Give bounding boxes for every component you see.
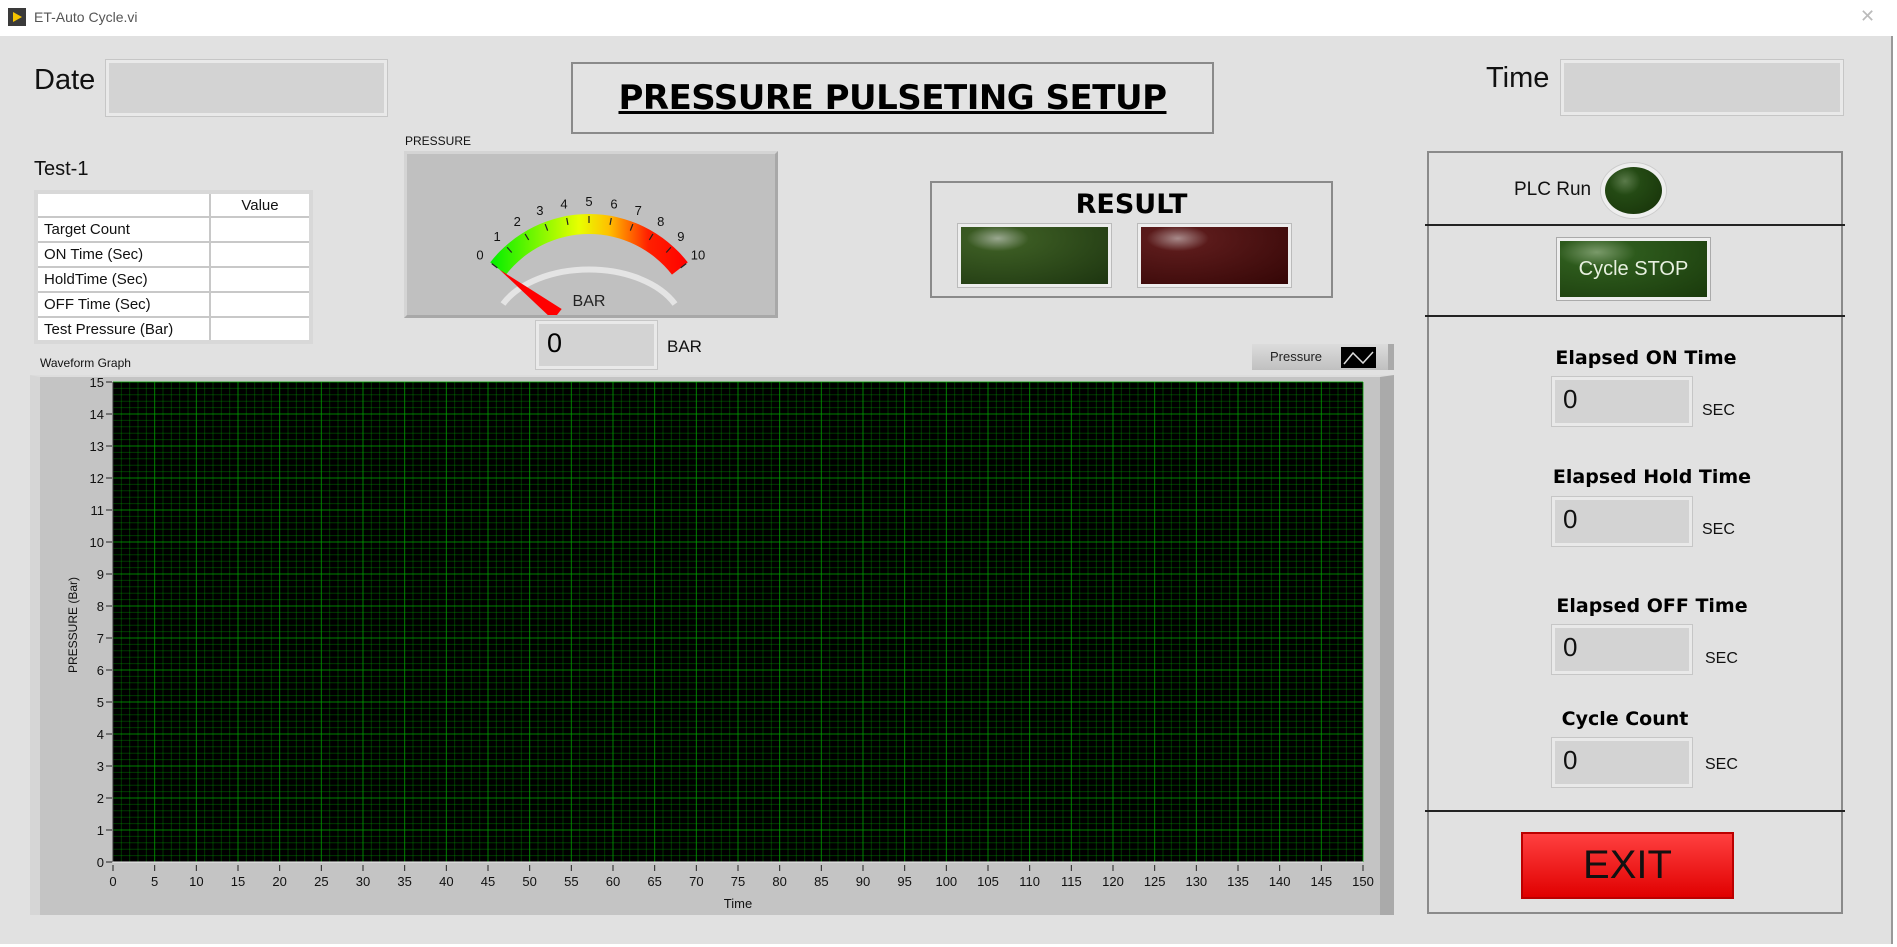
- x-tick-label: 30: [356, 874, 370, 889]
- x-tick-label: 85: [814, 874, 828, 889]
- y-tick-label: 9: [97, 567, 104, 582]
- x-tick-label: 140: [1269, 874, 1291, 889]
- x-tick-label: 20: [272, 874, 286, 889]
- x-tick-label: 70: [689, 874, 703, 889]
- x-tick-label: 90: [856, 874, 870, 889]
- x-tick-label: 95: [897, 874, 911, 889]
- x-tick-label: 5: [151, 874, 158, 889]
- y-tick-label: 3: [97, 759, 104, 774]
- y-tick-label: 10: [90, 535, 104, 550]
- waveform-plot: 0 5 10 15 20 25 30 35 40 45 50 55 60 65 70 75 80 85 90 95 10…: [66, 375, 1374, 911]
- x-tick-label: 105: [977, 874, 999, 889]
- x-tick-label: 110: [1019, 874, 1040, 889]
- y-tick-label: 0: [97, 855, 104, 870]
- y-tick-label: 8: [97, 599, 104, 614]
- x-tick-label: 100: [935, 874, 957, 889]
- x-tick-label: 25: [314, 874, 328, 889]
- x-axis-label: Time: [724, 896, 752, 911]
- y-tick-label: 4: [97, 727, 104, 742]
- y-tick-label: 11: [91, 503, 105, 518]
- y-tick-label: 7: [97, 631, 104, 646]
- x-tick-label: 65: [647, 874, 661, 889]
- x-tick-label: 125: [1144, 874, 1166, 889]
- y-tick-label: 12: [90, 471, 104, 486]
- x-tick-label: 55: [564, 874, 578, 889]
- x-tick-label: 130: [1185, 874, 1207, 889]
- y-axis-label: PRESSURE (Bar): [66, 577, 80, 673]
- x-tick-label: 15: [231, 874, 245, 889]
- x-tick-label: 120: [1102, 874, 1124, 889]
- x-tick-label: 80: [772, 874, 786, 889]
- y-tick-label: 5: [97, 695, 104, 710]
- x-tick-label: 45: [481, 874, 495, 889]
- x-tick-label: 115: [1061, 874, 1082, 889]
- x-tick-label: 10: [189, 874, 203, 889]
- y-tick-label: 2: [97, 791, 104, 806]
- y-tick-label: 6: [97, 663, 104, 678]
- y-tick-label: 1: [97, 823, 104, 838]
- y-tick-label: 15: [90, 375, 104, 390]
- x-tick-label: 145: [1310, 874, 1332, 889]
- x-tick-label: 35: [397, 874, 411, 889]
- x-tick-label: 40: [439, 874, 453, 889]
- x-tick-label: 50: [522, 874, 536, 889]
- x-tick-label: 0: [109, 874, 116, 889]
- y-tick-label: 13: [90, 439, 104, 454]
- y-tick-label: 14: [90, 407, 104, 422]
- x-tick-label: 60: [606, 874, 620, 889]
- x-tick-label: 150: [1352, 874, 1374, 889]
- x-tick-label: 75: [731, 874, 745, 889]
- x-tick-label: 135: [1227, 874, 1249, 889]
